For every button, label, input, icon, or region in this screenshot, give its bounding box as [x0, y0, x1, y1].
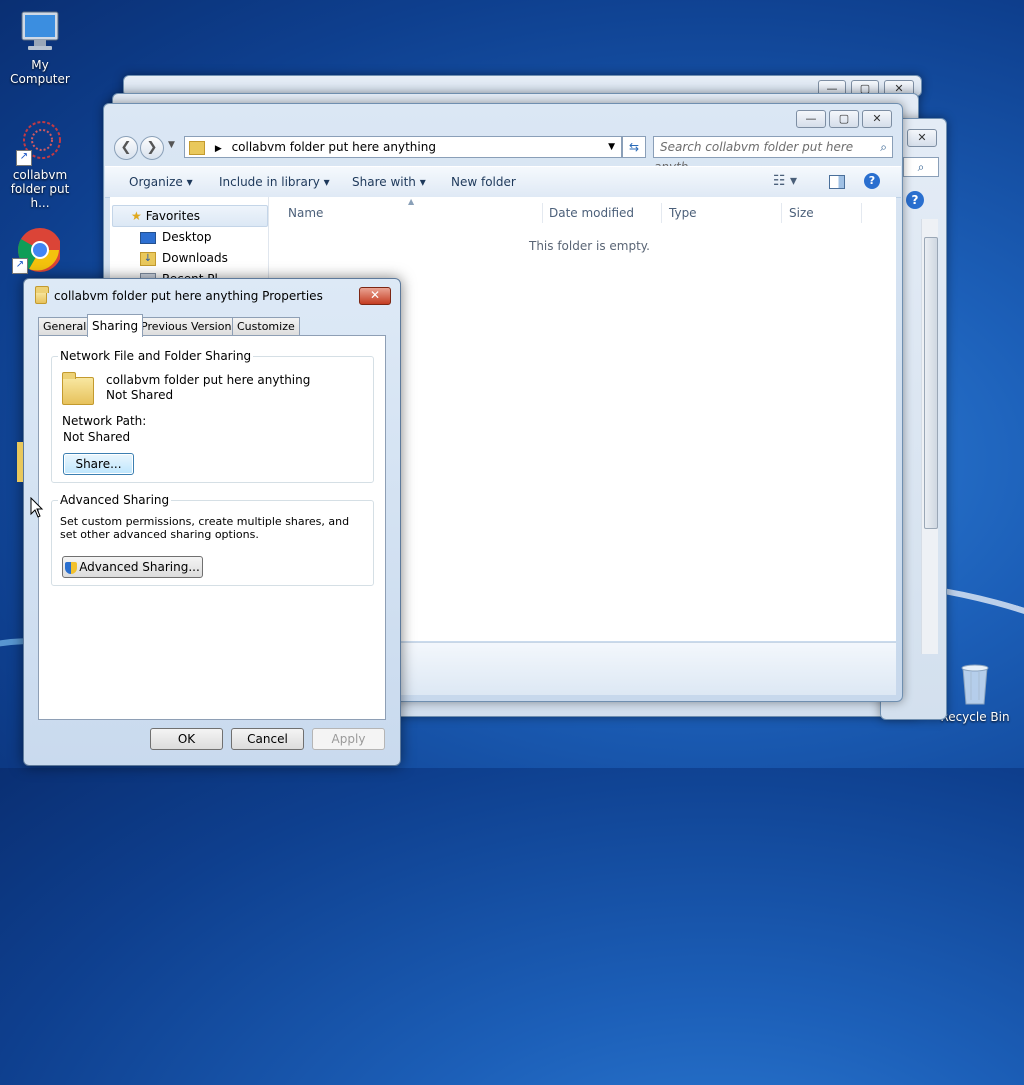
desktop-icon-folder[interactable] [17, 442, 23, 482]
downloads-icon: ↓ [140, 251, 156, 266]
close-button[interactable]: ✕ [907, 129, 937, 147]
forward-button[interactable]: ❯ [140, 136, 164, 160]
desktop-icon-label: collabvm folder put h... [10, 168, 70, 210]
search-icon[interactable]: ⌕ [903, 157, 939, 177]
nav-favorites[interactable]: ★ Favorites [112, 205, 268, 227]
breadcrumb-arrow-icon[interactable]: ▶ [215, 144, 222, 154]
network-sharing-group: Network File and Folder Sharing collabvm… [51, 349, 374, 483]
new-folder-button[interactable]: New folder [451, 175, 516, 189]
nav-desktop[interactable]: Desktop [140, 227, 212, 247]
minimize-button[interactable]: — [796, 110, 826, 128]
dialog-title: collabvm folder put here anything Proper… [54, 289, 323, 303]
nav-downloads[interactable]: ↓ Downloads [140, 248, 228, 268]
command-bar: Organize ▾ Include in library ▾ Share wi… [105, 166, 901, 198]
network-path-value: Not Shared [63, 430, 131, 444]
help-icon[interactable]: ? [864, 173, 880, 189]
search-icon: ⌕ [880, 140, 887, 154]
share-with-menu[interactable]: Share with ▾ [352, 175, 426, 189]
history-dropdown-icon[interactable]: ▼ [168, 140, 175, 150]
address-bar[interactable]: ▶ collabvm folder put here anything ▼ [184, 136, 622, 158]
shortcut-arrow-icon: ↗ [16, 150, 32, 166]
properties-dialog[interactable]: collabvm folder put here anything Proper… [23, 278, 401, 766]
ok-button[interactable]: OK [150, 728, 223, 750]
refresh-button[interactable]: ⇆ [622, 136, 646, 158]
column-header-name[interactable]: Name [282, 203, 543, 223]
folder-icon [62, 372, 94, 405]
network-path-label: Network Path: [62, 414, 147, 428]
desktop-icon-label: Recycle Bin [940, 710, 1010, 724]
group-title: Advanced Sharing [58, 493, 172, 507]
star-icon: ★ [131, 209, 142, 223]
uac-shield-icon [65, 561, 78, 574]
desktop-icon [140, 231, 156, 244]
tab-customize[interactable]: Customize [232, 317, 300, 336]
desktop-icon-label: My Computer [10, 58, 70, 86]
apply-button: Apply [312, 728, 385, 750]
column-header-date-modified[interactable]: Date modified [543, 203, 662, 223]
column-header-size[interactable]: Size [783, 203, 862, 223]
computer-icon [16, 8, 64, 56]
share-button[interactable]: Share... [63, 453, 134, 475]
shortcut-arrow-icon: ↗ [12, 258, 28, 274]
maximize-button[interactable]: ▢ [829, 110, 859, 128]
collabvm-shortcut-icon: ↗ [16, 118, 64, 166]
include-in-library-menu[interactable]: Include in library ▾ [219, 175, 330, 189]
back-button[interactable]: ❮ [114, 136, 138, 160]
chrome-icon: ↗ [12, 226, 62, 274]
desktop-icon-recycle-bin[interactable]: Recycle Bin [935, 660, 1015, 724]
folder-icon [189, 140, 205, 155]
cancel-button[interactable]: Cancel [231, 728, 304, 750]
sharing-tab-panel: Network File and Folder Sharing collabvm… [38, 335, 386, 720]
address-dropdown-icon[interactable]: ▼ [608, 137, 615, 157]
mouse-cursor-icon [30, 497, 44, 518]
close-button[interactable]: ✕ [862, 110, 892, 128]
search-input[interactable]: Search collabvm folder put here anyth...… [653, 136, 893, 174]
group-title: Network File and Folder Sharing [58, 349, 254, 363]
help-icon[interactable]: ? [906, 191, 924, 209]
folder-icon [35, 286, 49, 304]
empty-folder-message: This folder is empty. [529, 239, 650, 253]
address-path: collabvm folder put here anything [231, 140, 436, 154]
tab-previous-versions[interactable]: Previous Versions [136, 317, 243, 336]
desktop-icon-collabvm[interactable]: ↗ collabvm folder put h... [0, 118, 80, 210]
desktop-icon-my-computer[interactable]: My Computer [0, 8, 80, 86]
preview-pane-icon[interactable] [829, 175, 845, 189]
advanced-sharing-group: Advanced Sharing Set custom permissions,… [51, 493, 374, 586]
advanced-description: Set custom permissions, create multiple … [60, 515, 350, 541]
share-status: Not Shared [106, 388, 174, 402]
address-row: ❮ ❯ ▼ ▶ collabvm folder put here anythin… [112, 134, 894, 174]
tab-general[interactable]: General [38, 317, 92, 336]
tab-sharing[interactable]: Sharing [87, 314, 144, 337]
desktop-icon-chrome[interactable]: ↗ [0, 226, 76, 276]
view-options-icon[interactable]: ☷ ▾ [773, 173, 797, 189]
scrollbar-thumb[interactable] [924, 237, 938, 529]
organize-menu[interactable]: Organize ▾ [129, 175, 193, 189]
folder-name: collabvm folder put here anything [106, 373, 311, 387]
scrollbar[interactable] [921, 219, 938, 654]
close-button[interactable]: ✕ [359, 287, 391, 305]
column-header-type[interactable]: Type [663, 203, 782, 223]
recycle-bin-icon [951, 660, 999, 708]
advanced-sharing-button[interactable]: Advanced Sharing... [62, 556, 203, 578]
